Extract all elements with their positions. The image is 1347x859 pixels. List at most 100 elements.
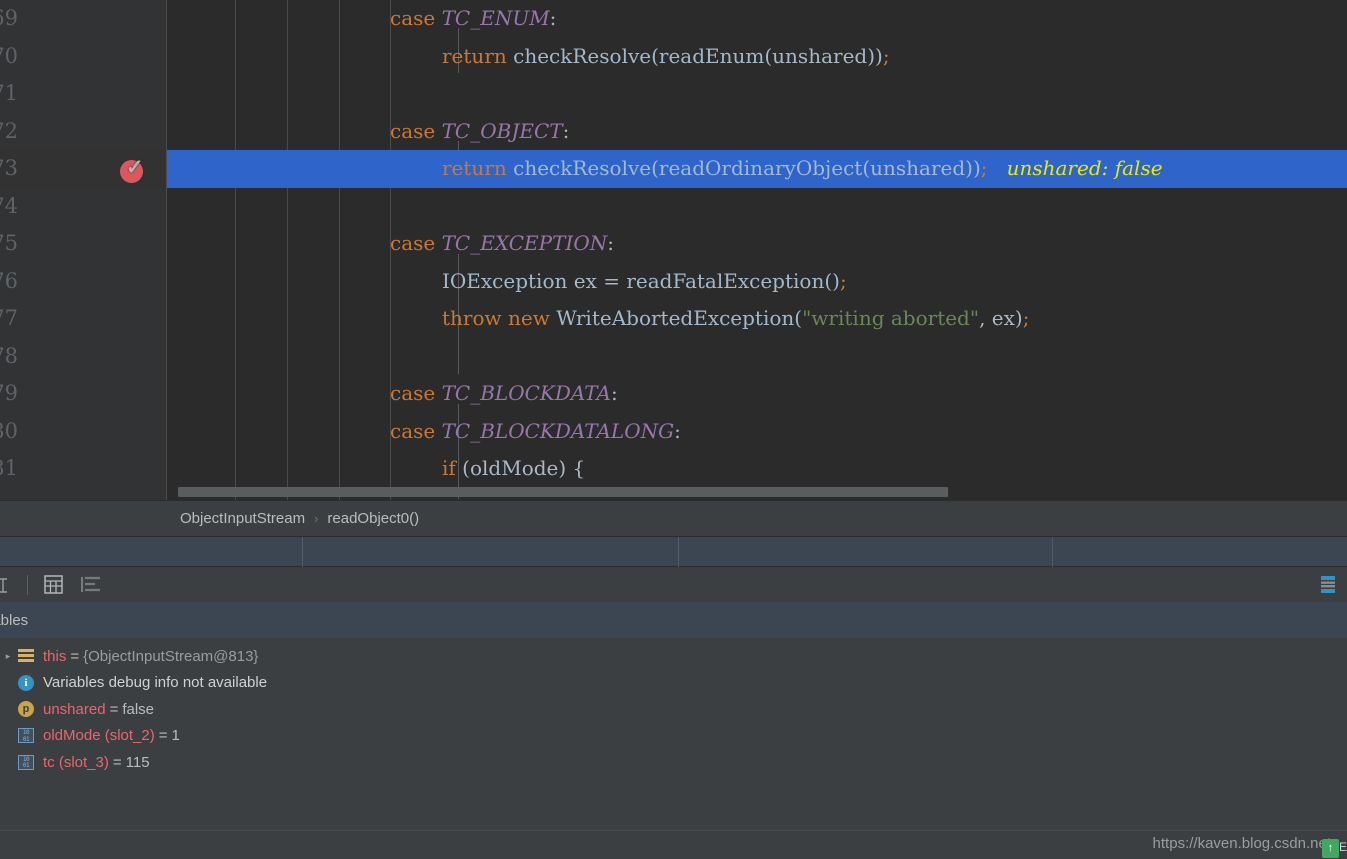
variable-row[interactable]: 10 01 tc (slot_3) = 115 bbox=[0, 749, 1347, 776]
gutter-row[interactable]: 1580 bbox=[0, 413, 166, 451]
code-token: ( bbox=[764, 43, 773, 68]
gutter-row[interactable]: 1572 bbox=[0, 113, 166, 151]
code-line[interactable] bbox=[167, 338, 1347, 376]
line-number: 1575 bbox=[0, 231, 18, 255]
variable-value: {ObjectInputStream@813} bbox=[83, 647, 259, 665]
variables-info-message: Variables debug info not available bbox=[43, 674, 268, 692]
watermark-badge-icon: ↑ bbox=[1322, 839, 1339, 858]
code-line[interactable]: if (oldMode) { bbox=[167, 450, 1347, 488]
variable-name: tc (slot_3) bbox=[43, 753, 109, 771]
editor-gutter[interactable]: 1569 1570 1571 1572 1573 ✓ 1574 1575 1576 1577 157… bbox=[0, 0, 167, 500]
line-number: 1573 bbox=[0, 156, 18, 180]
equals-sign: = bbox=[109, 700, 119, 718]
debug-toolbar[interactable] bbox=[0, 567, 1347, 602]
code-token: )) bbox=[965, 156, 981, 180]
tab-divider bbox=[302, 537, 303, 568]
code-text-area[interactable]: case TC_ENUM: return checkResolve(readEnu… bbox=[167, 0, 1347, 500]
variable-row[interactable]: p unshared = false bbox=[0, 696, 1347, 723]
code-token: "writing aborted" bbox=[802, 306, 980, 330]
code-token: if bbox=[442, 456, 456, 480]
code-line[interactable]: return checkResolve(readEnum(unshared)); bbox=[167, 38, 1347, 76]
gutter-row[interactable]: 1577 bbox=[0, 300, 166, 338]
code-line[interactable]: IOException ex = readFatalException(); bbox=[167, 263, 1347, 301]
gutter-row[interactable]: 1579 bbox=[0, 375, 166, 413]
variables-tab-bar[interactable]: riables bbox=[0, 602, 1347, 638]
code-line[interactable] bbox=[167, 75, 1347, 113]
code-token: case bbox=[390, 381, 436, 405]
scrollbar-thumb[interactable] bbox=[178, 487, 948, 497]
line-number: 1576 bbox=[0, 268, 18, 293]
gutter-row[interactable]: 1571 bbox=[0, 75, 166, 113]
variable-value: false bbox=[122, 700, 155, 718]
code-token: unshared bbox=[772, 43, 868, 68]
code-line[interactable]: return checkResolve(readOrdinaryObject(u… bbox=[167, 150, 1347, 188]
variable-value: 115 bbox=[125, 753, 150, 771]
code-token: ; bbox=[882, 43, 890, 68]
code-token: TC_OBJECT bbox=[441, 118, 563, 143]
gutter-row[interactable]: 1581 bbox=[0, 450, 166, 488]
breadcrumb-separator-icon: › bbox=[314, 511, 319, 526]
line-number: 1580 bbox=[0, 418, 18, 443]
variable-row[interactable]: ▸ this = {ObjectInputStream@813} bbox=[0, 643, 1347, 670]
code-line[interactable]: case TC_OBJECT: bbox=[167, 113, 1347, 151]
table-view-icon[interactable] bbox=[41, 573, 65, 597]
code-token: ; bbox=[839, 268, 847, 293]
breakpoint-verified-icon[interactable]: ✓ bbox=[118, 157, 146, 185]
line-number: 1574 bbox=[0, 193, 18, 218]
expand-arrow-icon[interactable]: ▸ bbox=[0, 651, 16, 662]
code-token: ( bbox=[651, 156, 659, 180]
gutter-row[interactable]: 1576 bbox=[0, 263, 166, 301]
line-number: 1569 bbox=[0, 6, 18, 30]
gutter-row[interactable]: 1569 bbox=[0, 0, 166, 38]
gutter-row[interactable]: 1575 bbox=[0, 225, 166, 263]
code-token: TC_BLOCKDATALONG bbox=[441, 418, 675, 443]
code-token: throw new bbox=[442, 306, 550, 330]
gutter-row[interactable]: 1570 bbox=[0, 38, 166, 76]
code-line[interactable]: throw new WriteAbortedException("writing… bbox=[167, 300, 1347, 338]
variable-value: 1 bbox=[171, 727, 180, 745]
breadcrumb-method[interactable]: readObject0() bbox=[327, 510, 419, 527]
code-token: : bbox=[610, 381, 618, 405]
equals-sign: = bbox=[112, 753, 122, 771]
equals-sign: = bbox=[70, 647, 80, 665]
sort-values-icon[interactable] bbox=[79, 573, 103, 597]
variable-row[interactable]: i Variables debug info not available bbox=[0, 670, 1347, 697]
code-token: : bbox=[674, 418, 681, 443]
code-token: WriteAbortedException bbox=[556, 306, 795, 330]
code-line[interactable] bbox=[167, 188, 1347, 226]
code-token: return bbox=[442, 156, 507, 180]
line-number: 1571 bbox=[0, 81, 18, 105]
debug-tabs-strip[interactable] bbox=[0, 536, 1347, 568]
code-line[interactable]: case TC_BLOCKDATALONG: bbox=[167, 413, 1347, 451]
editor-horizontal-scrollbar[interactable] bbox=[167, 487, 1347, 497]
breadcrumb-class[interactable]: ObjectInputStream bbox=[180, 510, 305, 527]
code-line[interactable]: case TC_EXCEPTION: bbox=[167, 225, 1347, 263]
code-token: ; bbox=[1022, 306, 1030, 330]
breadcrumb[interactable]: ObjectInputStream › readObject0() bbox=[0, 500, 1347, 536]
evaluate-expression-icon[interactable] bbox=[0, 573, 14, 597]
code-line[interactable]: case TC_BLOCKDATA: bbox=[167, 375, 1347, 413]
code-token: unshared bbox=[870, 156, 966, 180]
code-token: (oldMode) { bbox=[455, 456, 586, 480]
code-token: ex = bbox=[567, 268, 627, 293]
line-number: 1577 bbox=[0, 306, 18, 330]
gutter-row[interactable]: 1573 ✓ bbox=[0, 150, 166, 188]
slot-icon: 10 01 bbox=[16, 727, 36, 745]
watermark-url: https://kaven.blog.csdn.net bbox=[1152, 835, 1331, 852]
code-token: IOException bbox=[442, 268, 568, 293]
line-number: 1572 bbox=[0, 118, 18, 143]
code-token: checkResolve bbox=[513, 43, 652, 68]
code-line[interactable]: case TC_ENUM: bbox=[167, 0, 1347, 38]
layout-settings-icon[interactable] bbox=[1315, 572, 1341, 598]
variable-row[interactable]: 10 01 oldMode (slot_2) = 1 bbox=[0, 723, 1347, 750]
tab-variables[interactable]: riables bbox=[0, 612, 28, 629]
code-token: : bbox=[562, 118, 570, 143]
gutter-row[interactable]: 1578 bbox=[0, 338, 166, 376]
variable-name: this bbox=[43, 647, 67, 665]
code-editor[interactable]: 1569 1570 1571 1572 1573 ✓ 1574 1575 1576 1577 157… bbox=[0, 0, 1347, 500]
variables-list[interactable]: ▸ this = {ObjectInputStream@813} i Variables … bbox=[0, 638, 1347, 830]
code-token: ) bbox=[1014, 306, 1023, 330]
info-icon: i bbox=[16, 674, 36, 692]
gutter-row[interactable]: 1574 bbox=[0, 188, 166, 226]
object-icon bbox=[16, 647, 36, 665]
